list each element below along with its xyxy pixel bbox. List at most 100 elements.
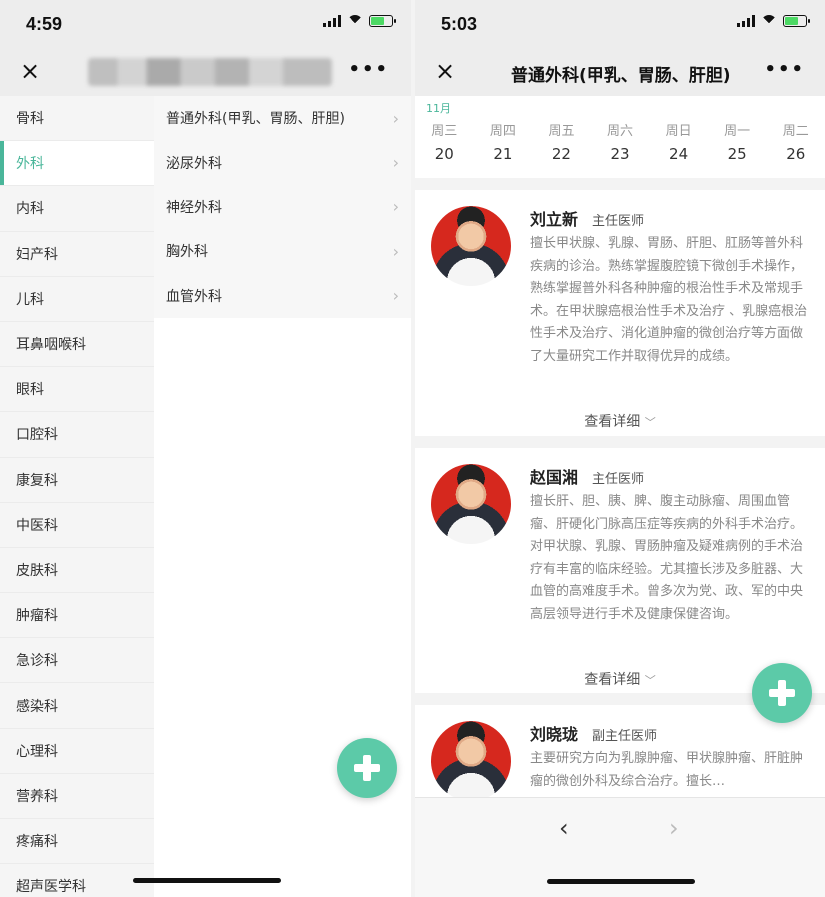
close-icon[interactable]: × (20, 57, 40, 85)
weekday-label: 周四 (489, 124, 516, 139)
view-detail-link[interactable]: 查看详细 ﹀ (415, 411, 825, 431)
calendar-days: 周三 20 周四 21 周五 22 周六 23 周日 24 周一 25 周二 26 (415, 120, 825, 163)
home-indicator (547, 879, 695, 884)
doctor-avatar (431, 464, 511, 544)
subdepartment-label: 神经外科 (166, 199, 222, 216)
signal-icon (323, 15, 341, 27)
status-time: 5:03 (441, 14, 478, 34)
doctor-card[interactable]: 刘立新 主任医师 擅长甲状腺、乳腺、胃肠、肝胆、肛肠等普外科疾病的诊治。熟练掌握… (415, 190, 825, 436)
department-item[interactable]: 儿科 (0, 277, 154, 322)
browser-toolbar: ‹ › (415, 797, 825, 897)
status-icons (323, 15, 396, 27)
doctor-card[interactable]: 刘晓珑 副主任医师 主要研究方向为乳腺肿瘤、甲状腺肿瘤、肝脏肿瘤的微创外科及综合… (415, 705, 825, 805)
department-item[interactable]: 感染科 (0, 683, 154, 729)
doctor-rank: 主任医师 (592, 214, 645, 229)
blurred-title (88, 58, 332, 86)
forward-arrow-icon[interactable]: › (669, 814, 679, 842)
date-number: 21 (493, 145, 513, 163)
nav-bar: × ••• (0, 48, 411, 96)
subdepartment-label: 普通外科(甲乳、胃肠、肝胆) (166, 111, 345, 128)
more-icon[interactable]: ••• (348, 59, 389, 80)
department-item[interactable]: 肿瘤科 (0, 593, 154, 639)
date-number: 24 (669, 145, 689, 163)
department-item[interactable]: 急诊科 (0, 638, 154, 684)
calendar-day[interactable]: 周日 24 (649, 120, 708, 163)
chevron-right-icon: › (392, 286, 399, 306)
wifi-icon (761, 15, 777, 27)
department-list: 骨科 外科 内科 妇产科 儿科 耳鼻咽喉科 眼科 口腔科 康复科 中医科 皮肤科 肿瘤科 急诊科 感染科心… (0, 96, 154, 897)
department-item[interactable]: 内科 (0, 186, 154, 232)
doctor-avatar (431, 206, 511, 286)
department-item[interactable]: 超声医学科 (0, 864, 154, 897)
calendar-day[interactable]: 周一 25 (708, 120, 767, 163)
subdepartment-item[interactable]: 胸外科 › (154, 229, 411, 273)
add-button[interactable] (752, 663, 812, 723)
department-item[interactable]: 外科 (0, 141, 154, 187)
weekday-label: 周三 (431, 124, 458, 139)
department-item[interactable]: 疼痛科 (0, 819, 154, 865)
doctor-rank: 副主任医师 (592, 729, 658, 744)
subdepartment-label: 泌尿外科 (166, 155, 222, 172)
department-item[interactable]: 中医科 (0, 503, 154, 548)
calendar-month: 11月 (426, 102, 451, 115)
department-item[interactable]: 眼科 (0, 367, 154, 413)
date-number: 20 (434, 145, 454, 163)
department-item[interactable]: 皮肤科 (0, 548, 154, 594)
page-title: 普通外科(甲乳、胃肠、肝胆) (511, 66, 731, 86)
back-arrow-icon[interactable]: ‹ (559, 814, 569, 842)
more-icon[interactable]: ••• (764, 59, 805, 80)
subdepartment-item[interactable]: 血管外科 › (154, 274, 411, 318)
plus-icon-vertical (363, 755, 371, 781)
department-item[interactable]: 口腔科 (0, 412, 154, 458)
subdepartment-item[interactable]: 神经外科 › (154, 185, 411, 229)
wifi-icon (347, 15, 363, 27)
date-number: 25 (727, 145, 747, 163)
calendar-day[interactable]: 周四 21 (474, 120, 533, 163)
nav-bar: × 普通外科(甲乳、胃肠、肝胆) ••• (415, 48, 825, 96)
doctor-description: 主要研究方向为乳腺肿瘤、甲状腺肿瘤、肝脏肿瘤的微创外科及综合治疗。擅长… (530, 751, 804, 789)
calendar-day[interactable]: 周六 23 (591, 120, 650, 163)
doctor-rank: 主任医师 (592, 472, 645, 487)
weekday-label: 周一 (724, 124, 751, 139)
department-item[interactable]: 康复科 (0, 458, 154, 503)
department-picker-screen: 4:59 × ••• 骨科 外科 内科 妇产科 儿科 耳鼻咽喉科 眼科 口腔科 康复科 中医科 皮肤… (0, 0, 411, 897)
doctor-description: 擅长肝、胆、胰、脾、腹主动脉瘤、周围血管瘤、肝硬化门脉高压症等疾病的外科手术治疗… (530, 494, 804, 622)
calendar-day[interactable]: 周二 26 (766, 120, 825, 163)
doctor-name: 刘晓珑 (530, 725, 579, 744)
doctor-card[interactable]: 赵国湘 主任医师 擅长肝、胆、胰、脾、腹主动脉瘤、周围血管瘤、肝硬化门脉高压症等… (415, 448, 825, 693)
calendar-day[interactable]: 周三 20 (415, 120, 474, 163)
plus-icon-vertical (778, 680, 786, 706)
doctor-heading: 刘晓珑 副主任医师 (530, 721, 657, 745)
doctor-heading: 赵国湘 主任医师 (530, 464, 644, 488)
date-number: 22 (551, 145, 571, 163)
department-item[interactable]: 耳鼻咽喉科 (0, 322, 154, 368)
signal-icon (737, 15, 755, 27)
close-icon[interactable]: × (435, 57, 455, 85)
department-item[interactable]: 骨科 (0, 96, 154, 142)
department-item[interactable]: 心理科 (0, 729, 154, 774)
department-item[interactable]: 营养科 (0, 774, 154, 819)
view-detail-label: 查看详细 (584, 414, 641, 430)
weekday-label: 周六 (607, 124, 634, 139)
department-item[interactable]: 妇产科 (0, 232, 154, 277)
subdepartment-label: 胸外科 (166, 244, 208, 261)
chevron-right-icon: › (392, 197, 399, 217)
subdepartment-item[interactable]: 泌尿外科 › (154, 140, 411, 184)
screenshot-pair: 4:59 × ••• 骨科 外科 内科 妇产科 儿科 耳鼻咽喉科 眼科 口腔科 康复科 中医科 皮肤… (0, 0, 825, 897)
calendar-day[interactable]: 周五 22 (532, 120, 591, 163)
doctor-list-screen: 5:03 × 普通外科(甲乳、胃肠、肝胆) ••• 11月 周三 20 周四 21 周五… (415, 0, 825, 897)
date-number: 23 (610, 145, 630, 163)
battery-icon (783, 15, 810, 27)
status-bar: 4:59 (0, 0, 411, 48)
chevron-down-icon: ﹀ (644, 674, 656, 687)
status-time: 4:59 (26, 14, 63, 34)
status-icons (737, 15, 810, 27)
weekday-label: 周日 (665, 124, 692, 139)
chevron-down-icon: ﹀ (644, 416, 656, 429)
subdepartment-item[interactable]: 普通外科(甲乳、胃肠、肝胆) › (154, 96, 411, 140)
home-indicator (133, 878, 281, 883)
battery-icon (369, 15, 396, 27)
add-button[interactable] (337, 738, 397, 798)
view-detail-label: 查看详细 (584, 672, 641, 688)
doctor-avatar (431, 721, 511, 801)
